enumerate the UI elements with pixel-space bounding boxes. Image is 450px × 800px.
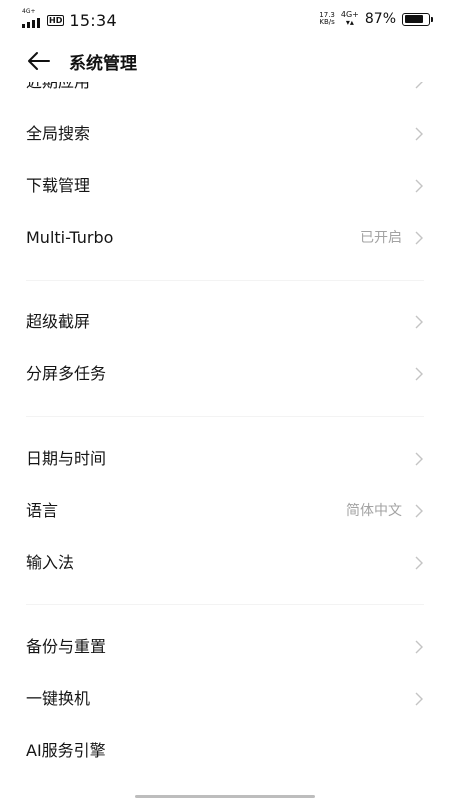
settings-item-label: 输入法	[26, 553, 75, 572]
home-indicator[interactable]	[135, 795, 315, 798]
hd-badge: HD	[47, 15, 65, 26]
settings-item-label: 近期应用	[26, 82, 90, 108]
arrow-left-icon	[28, 52, 50, 70]
settings-item-label: Multi-Turbo	[26, 228, 114, 247]
chevron-right-icon	[415, 179, 423, 193]
settings-item-label: 全局搜索	[26, 124, 91, 143]
chevron-right-icon	[415, 231, 423, 245]
chevron-right-icon	[415, 367, 423, 381]
settings-item-multi-turbo[interactable]: Multi-Turbo 已开启	[0, 212, 450, 264]
battery-percent: 87%	[364, 11, 396, 27]
chevron-right-icon	[415, 127, 423, 141]
settings-item-label: 超级截屏	[26, 312, 91, 331]
settings-item-language[interactable]: 语言 简体中文	[0, 485, 450, 537]
settings-item-date-time[interactable]: 日期与时间	[0, 433, 450, 485]
network-indicator: 4G+ ▾▴	[341, 11, 359, 27]
settings-list[interactable]: 近期应用 全局搜索 下载管理 Multi-Turbo 已开启 超级截屏 分屏多任…	[0, 82, 450, 780]
chevron-right-icon	[415, 82, 423, 89]
chevron-right-icon	[415, 692, 423, 706]
settings-item-download-manager[interactable]: 下载管理	[0, 160, 450, 212]
chevron-right-icon	[415, 452, 423, 466]
battery-fill	[404, 15, 423, 23]
settings-item-backup-reset[interactable]: 备份与重置	[0, 621, 450, 673]
section-divider	[26, 280, 424, 281]
settings-item-label: 分屏多任务	[26, 364, 107, 383]
settings-item-label: AI服务引擎	[26, 741, 106, 760]
settings-item-phone-clone[interactable]: 一键换机	[0, 673, 450, 725]
status-left: 4G+ HD 15:34	[22, 8, 117, 30]
net-speed: 17.3 KB/s	[319, 12, 335, 26]
status-time: 15:34	[69, 11, 117, 30]
settings-item-value: 简体中文	[346, 503, 402, 519]
settings-item-value: 已开启	[360, 230, 402, 246]
chevron-right-icon	[415, 640, 423, 654]
battery-icon	[402, 12, 433, 26]
settings-item-split-screen[interactable]: 分屏多任务	[0, 348, 450, 400]
net-speed-unit: KB/s	[319, 18, 335, 26]
settings-item-super-screenshot[interactable]: 超级截屏	[0, 296, 450, 348]
chevron-right-icon	[415, 504, 423, 518]
app-header: 系统管理	[0, 40, 450, 82]
back-button[interactable]	[27, 50, 53, 72]
status-right: 17.3 KB/s 4G+ ▾▴ 87%	[319, 11, 433, 27]
settings-item-label: 备份与重置	[26, 637, 107, 656]
chevron-right-icon	[415, 315, 423, 329]
settings-item-ai-service-engine[interactable]: AI服务引擎	[0, 725, 450, 777]
settings-item-label: 日期与时间	[26, 449, 107, 468]
chevron-right-icon	[415, 556, 423, 570]
settings-item-label: 下载管理	[26, 176, 91, 195]
settings-item-label: 一键换机	[26, 689, 91, 708]
status-bar: 4G+ HD 15:34 17.3 KB/s 4G+ ▾▴ 87%	[0, 0, 450, 40]
signal-tag: 4G+	[22, 7, 36, 15]
signal-icon: 4G+	[22, 8, 42, 28]
page-title: 系统管理	[69, 53, 137, 74]
settings-item-recent-apps[interactable]: 近期应用	[0, 82, 450, 108]
section-divider	[26, 604, 424, 605]
settings-item-global-search[interactable]: 全局搜索	[0, 108, 450, 160]
data-arrows-icon: ▾▴	[345, 18, 354, 27]
settings-item-label: 语言	[26, 501, 59, 520]
section-divider	[26, 416, 424, 417]
settings-item-input-method[interactable]: 输入法	[0, 537, 450, 589]
